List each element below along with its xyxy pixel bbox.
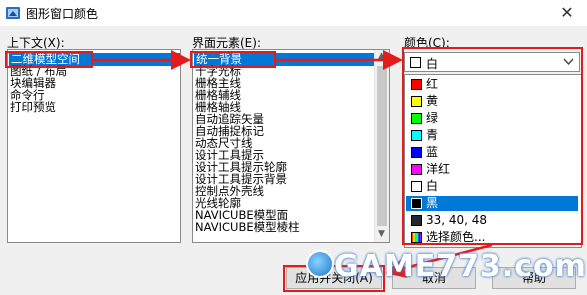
- watermark-text: GAME773.com: [334, 249, 587, 284]
- watermark-logo: [306, 250, 334, 278]
